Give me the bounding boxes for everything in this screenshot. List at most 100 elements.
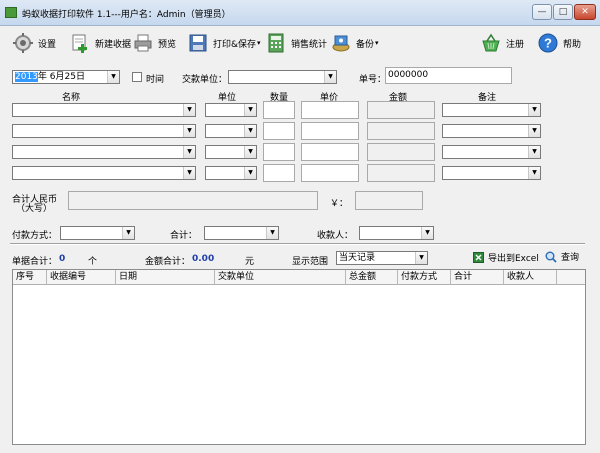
divider [10, 243, 585, 245]
gear-icon [13, 33, 33, 53]
dropdown-arrow-icon[interactable]: ▼ [244, 146, 256, 158]
amount-total-value: 0.00 [192, 254, 215, 264]
item-qty-input[interactable] [263, 122, 295, 140]
dropdown-arrow-icon[interactable]: ▼ [183, 125, 195, 137]
print-save-button[interactable]: 打印&保存 ▾ [188, 32, 261, 54]
grid-col-payer[interactable]: 交款单位 [215, 270, 346, 285]
new-receipt-button[interactable]: 新建收据 [70, 32, 131, 54]
item-remark-combo[interactable]: ▼ [442, 166, 541, 180]
number-label: 单号： [359, 75, 387, 85]
records-grid[interactable]: 序号 收据编号 日期 交款单位 总金额 付款方式 合计 收款人 [12, 269, 586, 445]
backup-button[interactable]: 备份 ▾ [331, 32, 379, 54]
item-amount-field [367, 101, 435, 119]
basket-icon [482, 33, 500, 52]
dropdown-arrow-icon[interactable]: ▼ [528, 146, 540, 158]
yen-label: ￥： [330, 199, 349, 209]
col-unit: 单位 [218, 93, 237, 103]
grid-col-total[interactable]: 合计 [451, 270, 504, 285]
maximize-button[interactable]: □ [553, 4, 573, 20]
dropdown-arrow-icon[interactable]: ▼ [244, 167, 256, 179]
dropdown-arrow-icon[interactable]: ▼ [324, 71, 336, 83]
preview-button[interactable]: 预览 [133, 32, 176, 54]
range-combo[interactable]: 当天记录 ▼ [336, 251, 428, 265]
total-combo[interactable]: ▼ [204, 226, 279, 240]
item-price-input[interactable] [301, 164, 359, 182]
title-bar: 蚂蚁收据打印软件 1.1---用户名：Admin（管理员） — □ ✕ [0, 0, 600, 26]
item-amount-field [367, 143, 435, 161]
query-button[interactable]: 查询 [545, 250, 579, 263]
dropdown-arrow-icon[interactable]: ▼ [183, 167, 195, 179]
item-name-combo[interactable]: ▼ [12, 145, 196, 159]
dropdown-arrow-icon[interactable]: ▼ [266, 227, 278, 239]
grid-col-total-amount[interactable]: 总金额 [346, 270, 398, 285]
rmb-total-words-field [68, 191, 318, 210]
dropdown-arrow-icon[interactable]: ▼ [244, 104, 256, 116]
item-amount-field [367, 122, 435, 140]
dropdown-arrow-icon[interactable]: ▼ [528, 125, 540, 137]
item-name-combo[interactable]: ▼ [12, 103, 196, 117]
item-remark-combo[interactable]: ▼ [442, 103, 541, 117]
grid-col-date[interactable]: 日期 [116, 270, 215, 285]
receipt-total-value: 0 [59, 254, 66, 264]
payee-combo[interactable]: ▼ [359, 226, 434, 240]
date-month-day: 年 6月25日 [37, 72, 85, 82]
print-save-label: 打印&保存 [213, 39, 257, 50]
receipt-unit: 个 [88, 257, 98, 267]
dropdown-arrow-icon[interactable]: ▼ [528, 167, 540, 179]
help-label: 帮助 [563, 39, 582, 50]
svg-text:?: ? [544, 36, 552, 51]
calculator-icon [268, 33, 284, 53]
item-qty-input[interactable] [263, 164, 295, 182]
dropdown-arrow-icon[interactable]: ▼ [421, 227, 433, 239]
item-unit-combo[interactable]: ▼ [205, 166, 257, 180]
new-document-icon [72, 34, 87, 53]
dropdown-arrow-icon[interactable]: ▼ [183, 104, 195, 116]
amount-total-label: 金额合计： [145, 257, 191, 267]
range-label: 显示范围 [292, 257, 329, 267]
sales-stats-button[interactable]: 销售统计 [266, 32, 327, 54]
total-label: 合计： [170, 231, 198, 241]
dropdown-arrow-icon[interactable]: ▼ [122, 227, 134, 239]
payer-combo[interactable]: ▼ [228, 70, 337, 84]
export-excel-button[interactable]: 导出到Excel [473, 251, 539, 264]
item-name-combo[interactable]: ▼ [12, 124, 196, 138]
item-price-input[interactable] [301, 143, 359, 161]
dropdown-arrow-icon[interactable]: ▼ [183, 146, 195, 158]
grid-col-receipt-no[interactable]: 收据编号 [47, 270, 116, 285]
date-year: 2013 [15, 72, 38, 82]
item-amount-field [367, 164, 435, 182]
date-picker[interactable]: 2013年 6月25日 ▼ [12, 70, 120, 84]
query-label: 查询 [561, 253, 580, 263]
item-qty-input[interactable] [263, 143, 295, 161]
grid-col-payee[interactable]: 收款人 [504, 270, 557, 285]
dropdown-arrow-icon[interactable]: ▼ [528, 104, 540, 116]
payer-label: 交款单位： [182, 75, 228, 85]
receipt-total-label: 单据合计： [12, 257, 58, 267]
register-button[interactable]: 注册 [481, 32, 524, 54]
item-unit-combo[interactable]: ▼ [205, 103, 257, 117]
time-checkbox[interactable] [132, 72, 142, 82]
number-input[interactable]: 0000000 [385, 67, 512, 84]
item-remark-combo[interactable]: ▼ [442, 124, 541, 138]
close-button[interactable]: ✕ [574, 4, 596, 20]
item-qty-input[interactable] [263, 101, 295, 119]
range-value: 当天记录 [339, 253, 376, 263]
grid-col-payment-method[interactable]: 付款方式 [398, 270, 451, 285]
dropdown-arrow-icon[interactable]: ▼ [415, 252, 427, 264]
item-name-combo[interactable]: ▼ [12, 166, 196, 180]
payment-method-combo[interactable]: ▼ [60, 226, 135, 240]
item-price-input[interactable] [301, 122, 359, 140]
grid-col-seq[interactable]: 序号 [13, 270, 47, 285]
item-unit-combo[interactable]: ▼ [205, 145, 257, 159]
chevron-down-icon: ▾ [375, 39, 379, 47]
item-price-input[interactable] [301, 101, 359, 119]
item-unit-combo[interactable]: ▼ [205, 124, 257, 138]
item-remark-combo[interactable]: ▼ [442, 145, 541, 159]
dropdown-arrow-icon[interactable]: ▼ [107, 71, 119, 83]
help-button[interactable]: ? 帮助 [538, 32, 581, 54]
window-title: 蚂蚁收据打印软件 1.1---用户名：Admin（管理员） [22, 10, 231, 20]
settings-button[interactable]: 设置 [13, 32, 56, 54]
dropdown-arrow-icon[interactable]: ▼ [244, 125, 256, 137]
payment-method-label: 付款方式： [12, 231, 58, 241]
minimize-button[interactable]: — [532, 4, 552, 20]
